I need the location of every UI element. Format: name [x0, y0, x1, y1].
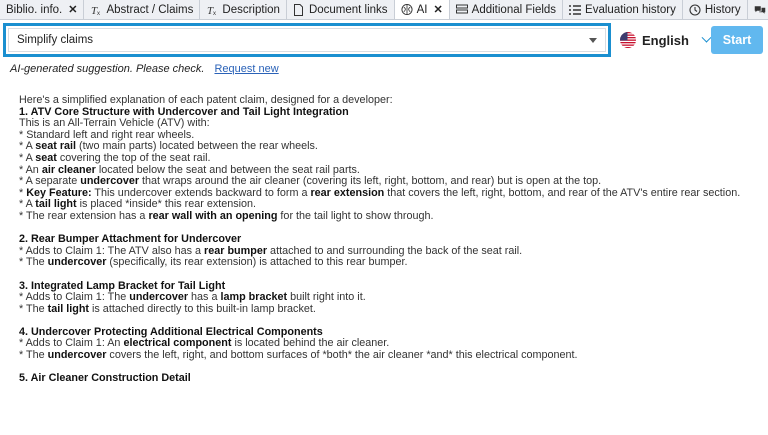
tab-additional-fields[interactable]: Additional Fields	[449, 0, 564, 19]
claim-line: * The tail light is attached directly to…	[19, 302, 316, 315]
tab-label: Abstract / Claims	[106, 3, 194, 16]
language-select[interactable]: English	[620, 29, 712, 51]
clock-icon	[689, 3, 701, 16]
tab-label: AI	[416, 3, 428, 16]
us-flag-icon	[620, 32, 636, 48]
ai-note: AI-generated suggestion. Please check. R…	[10, 63, 279, 75]
tab-description[interactable]: Tx Description	[200, 0, 287, 19]
tab-bar: Biblio. info. ✕ Tx Abstract / Claims Tx …	[0, 0, 768, 20]
fields-icon	[455, 4, 468, 16]
list-icon	[569, 4, 582, 16]
tab-label: History	[704, 3, 741, 16]
svg-text:x: x	[97, 11, 100, 16]
tab-ai[interactable]: AI ✕	[394, 0, 450, 19]
tab-biblio-info[interactable]: Biblio. info. ✕	[0, 0, 85, 19]
svg-text:x: x	[213, 11, 216, 16]
tab-comments[interactable]	[747, 0, 768, 19]
request-new-link[interactable]: Request new	[214, 63, 278, 75]
intro-text: Here's a simplified explanation of each …	[19, 94, 393, 106]
tab-history[interactable]: History	[682, 0, 748, 19]
ai-output: Here's a simplified explanation of each …	[19, 94, 759, 385]
ai-disclaimer: AI-generated suggestion. Please check.	[10, 63, 205, 75]
start-button[interactable]: Start	[711, 26, 763, 54]
chat-icon	[754, 4, 766, 16]
italic-text-icon: Tx	[206, 4, 218, 16]
tab-document-links[interactable]: Document links	[286, 0, 395, 19]
prompt-select-value: Simplify claims	[17, 34, 94, 46]
ai-brain-icon	[401, 3, 413, 16]
tab-label: Document links	[308, 3, 388, 16]
prompt-select[interactable]: Simplify claims	[8, 28, 606, 52]
prompt-select-focus-ring: Simplify claims	[3, 23, 611, 57]
claim-heading: 5. Air Cleaner Construction Detail	[19, 372, 191, 385]
close-icon[interactable]: ✕	[68, 3, 77, 16]
tab-label: Evaluation history	[585, 3, 676, 16]
close-icon[interactable]: ✕	[433, 3, 442, 16]
document-icon	[293, 3, 305, 16]
claim-line: * The undercover (specifically, its rear…	[19, 256, 408, 269]
chevron-down-icon[interactable]	[701, 32, 712, 43]
language-label: English	[642, 32, 689, 48]
ai-prompt-header: Simplify claims English Start	[0, 20, 768, 60]
tab-label: Biblio. info.	[6, 3, 63, 16]
italic-text-icon: Tx	[90, 4, 102, 16]
claim-line: * The undercover covers the left, right,…	[19, 349, 578, 362]
claim-line: * The rear extension has a rear wall wit…	[19, 209, 434, 222]
tab-evaluation-history[interactable]: Evaluation history	[563, 0, 683, 19]
tab-label: Additional Fields	[471, 3, 557, 16]
chevron-down-icon[interactable]	[589, 37, 597, 43]
tab-label: Description	[222, 3, 280, 16]
tab-abstract-claims[interactable]: Tx Abstract / Claims	[84, 0, 201, 19]
